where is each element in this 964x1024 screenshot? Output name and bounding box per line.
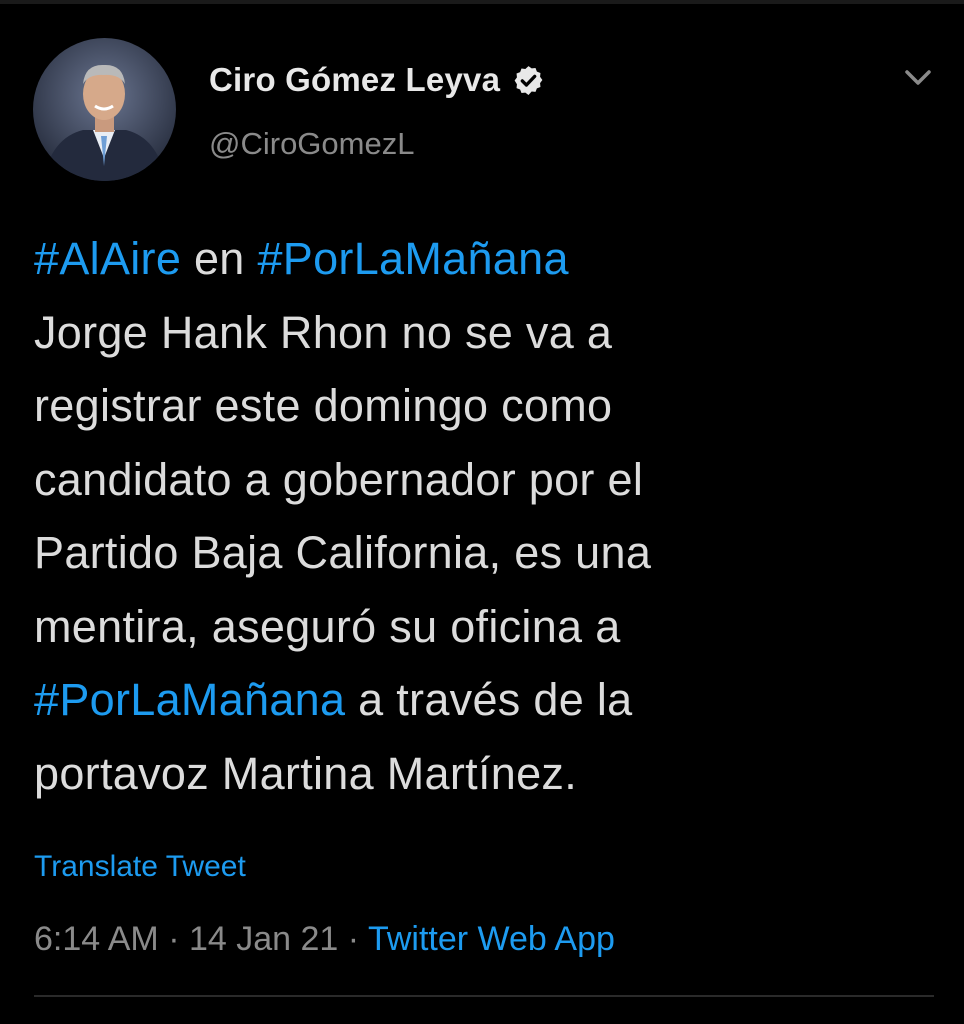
tweet-text-segment: a través de la: [345, 674, 633, 725]
tweet-text-segment: Partido Baja California, es una: [34, 527, 652, 578]
tweet-text-segment: candidato a gobernador por el: [34, 453, 644, 505]
tweet-text-segment: portavoz Martina Martínez.: [34, 747, 578, 799]
tweet-line: Partido Baja California, es una: [34, 516, 934, 590]
translate-tweet-link[interactable]: Translate Tweet: [34, 850, 246, 884]
chevron-down-icon[interactable]: [902, 66, 934, 90]
tweet-text-segment: en: [181, 233, 258, 284]
tweet-metadata: 6:14 AM · 14 Jan 21 · Twitter Web App: [34, 920, 615, 959]
verified-badge-icon: [512, 64, 545, 97]
tweet-line: portavoz Martina Martínez.: [34, 737, 934, 811]
meta-separator: ·: [347, 920, 368, 958]
hashtag-link[interactable]: #AlAire: [34, 233, 181, 284]
tweet-text-segment: Jorge Hank Rhon no se va a: [34, 306, 613, 358]
tweet-text: #AlAire en #PorLaMañana Jorge Hank Rhon n…: [34, 222, 934, 810]
tweet-line: candidato a gobernador por el: [34, 443, 934, 517]
divider: [34, 995, 934, 997]
hashtag-link[interactable]: #PorLaMañana: [257, 233, 568, 284]
avatar[interactable]: [33, 38, 176, 181]
tweet-line: #AlAire en #PorLaMañana: [34, 222, 934, 296]
author-handle[interactable]: @CiroGomezL: [209, 126, 414, 162]
tweet-line: mentira, aseguró su oficina a: [34, 590, 934, 664]
tweet-time[interactable]: 6:14 AM: [34, 920, 159, 958]
tweet-line: #PorLaMañana a través de la: [34, 663, 934, 737]
tweet-date[interactable]: 14 Jan 21: [189, 920, 338, 958]
author-name-row[interactable]: Ciro Gómez Leyva: [209, 58, 545, 102]
author-display-name[interactable]: Ciro Gómez Leyva: [209, 61, 500, 99]
tweet-source-link[interactable]: Twitter Web App: [368, 920, 615, 958]
avatar-photo: [33, 38, 176, 181]
hashtag-link[interactable]: #PorLaMañana: [34, 674, 345, 725]
tweet-line: registrar este domingo como: [34, 369, 934, 443]
meta-separator: ·: [168, 920, 189, 958]
tweet-text-segment: registrar este domingo como: [34, 380, 613, 431]
tweet-line: Jorge Hank Rhon no se va a: [34, 296, 934, 370]
top-edge: [0, 0, 964, 4]
tweet-text-segment: mentira, aseguró su oficina a: [34, 600, 621, 652]
